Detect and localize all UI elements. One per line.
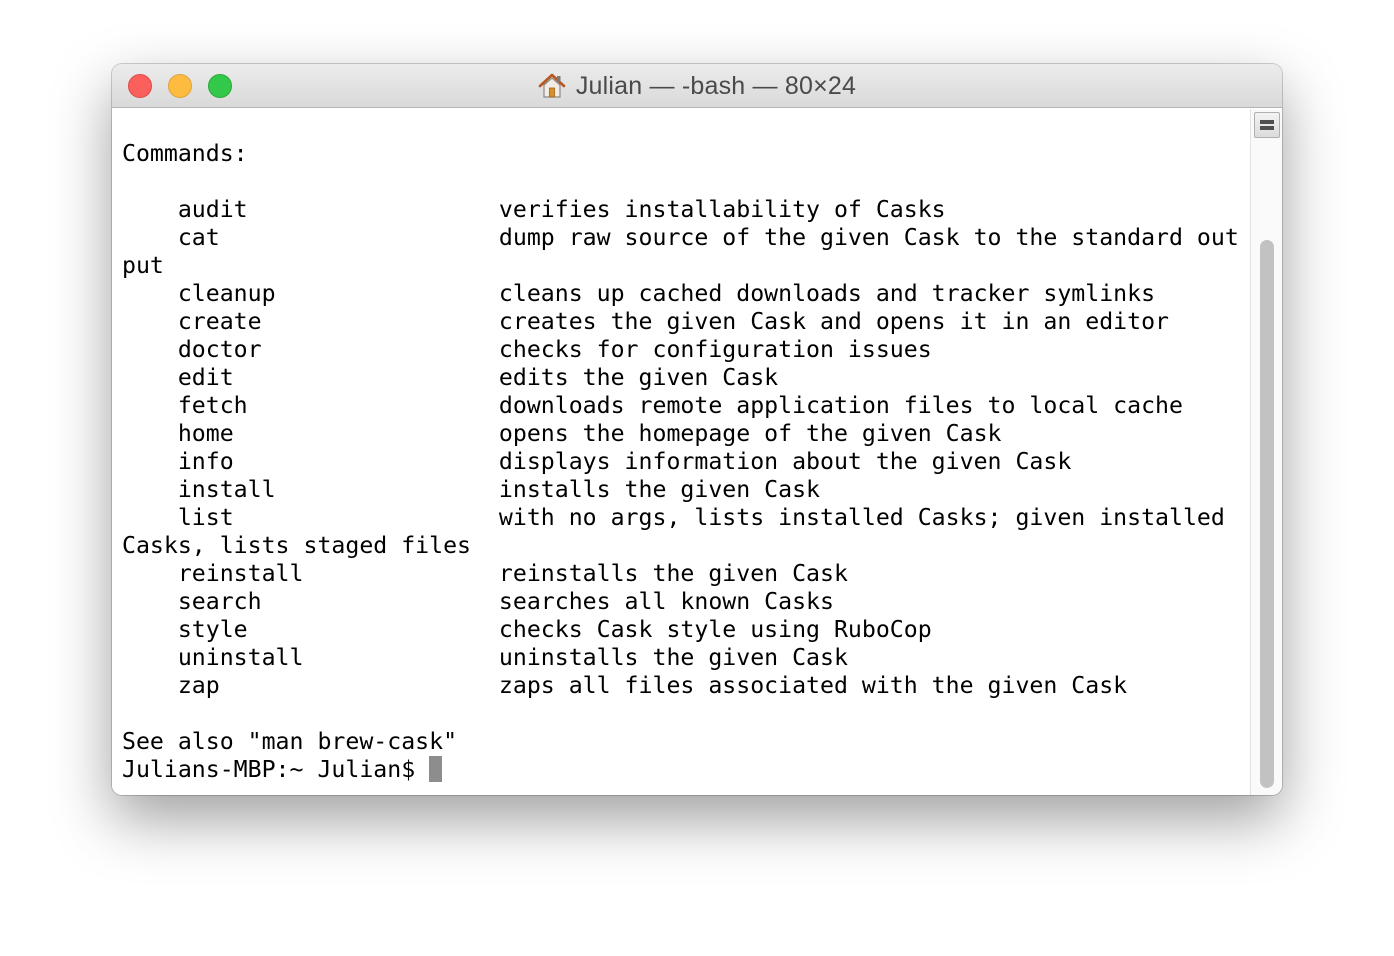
terminal-line: info displays information about the give…: [122, 448, 1072, 475]
terminal-line: cat dump raw source of the given Cask to…: [122, 224, 1239, 251]
terminal-line: search searches all known Casks: [122, 588, 834, 615]
terminal-line: uninstall uninstalls the given Cask: [122, 644, 848, 671]
scrollbar-thumb[interactable]: [1260, 240, 1274, 788]
terminal-content[interactable]: Commands: audit verifies installability …: [112, 109, 1250, 795]
scrollbar-track[interactable]: [1250, 109, 1282, 795]
terminal-line: fetch downloads remote application files…: [122, 392, 1183, 419]
window-title-wrap: Julian — -bash — 80×24: [112, 64, 1282, 108]
home-icon: [538, 73, 566, 99]
terminal-line: reinstall reinstalls the given Cask: [122, 560, 848, 587]
terminal-line: doctor checks for configuration issues: [122, 336, 932, 363]
terminal-line: style checks Cask style using RuboCop: [122, 616, 932, 643]
terminal-line: home opens the homepage of the given Cas…: [122, 420, 1002, 447]
terminal-line: Commands:: [122, 140, 248, 167]
terminal-output[interactable]: Commands: audit verifies installability …: [122, 140, 1239, 784]
split-pane-icon[interactable]: [1254, 112, 1280, 138]
terminal-line: Casks, lists staged files: [122, 532, 472, 559]
shell-prompt: Julians-MBP:~ Julian$: [122, 756, 430, 783]
terminal-line: See also "man brew-cask": [122, 728, 458, 755]
terminal-line: cleanup cleans up cached downloads and t…: [122, 280, 1156, 307]
terminal-line: list with no args, lists installed Casks…: [122, 504, 1225, 531]
terminal-line: install installs the given Cask: [122, 476, 821, 503]
title-bar[interactable]: Julian — -bash — 80×24: [112, 64, 1282, 108]
terminal-line: put: [122, 252, 164, 279]
terminal-window: Julian — -bash — 80×24 Commands: audit v…: [112, 64, 1282, 795]
window-title: Julian — -bash — 80×24: [575, 71, 857, 100]
terminal-line: edit edits the given Cask: [122, 364, 779, 391]
prompt-line[interactable]: Julians-MBP:~ Julian$: [122, 756, 1239, 784]
terminal-line: audit verifies installability of Casks: [122, 196, 946, 223]
text-cursor: [429, 756, 443, 782]
terminal-line: zap zaps all files associated with the g…: [122, 672, 1128, 699]
terminal-line: create creates the given Cask and opens …: [122, 308, 1170, 335]
